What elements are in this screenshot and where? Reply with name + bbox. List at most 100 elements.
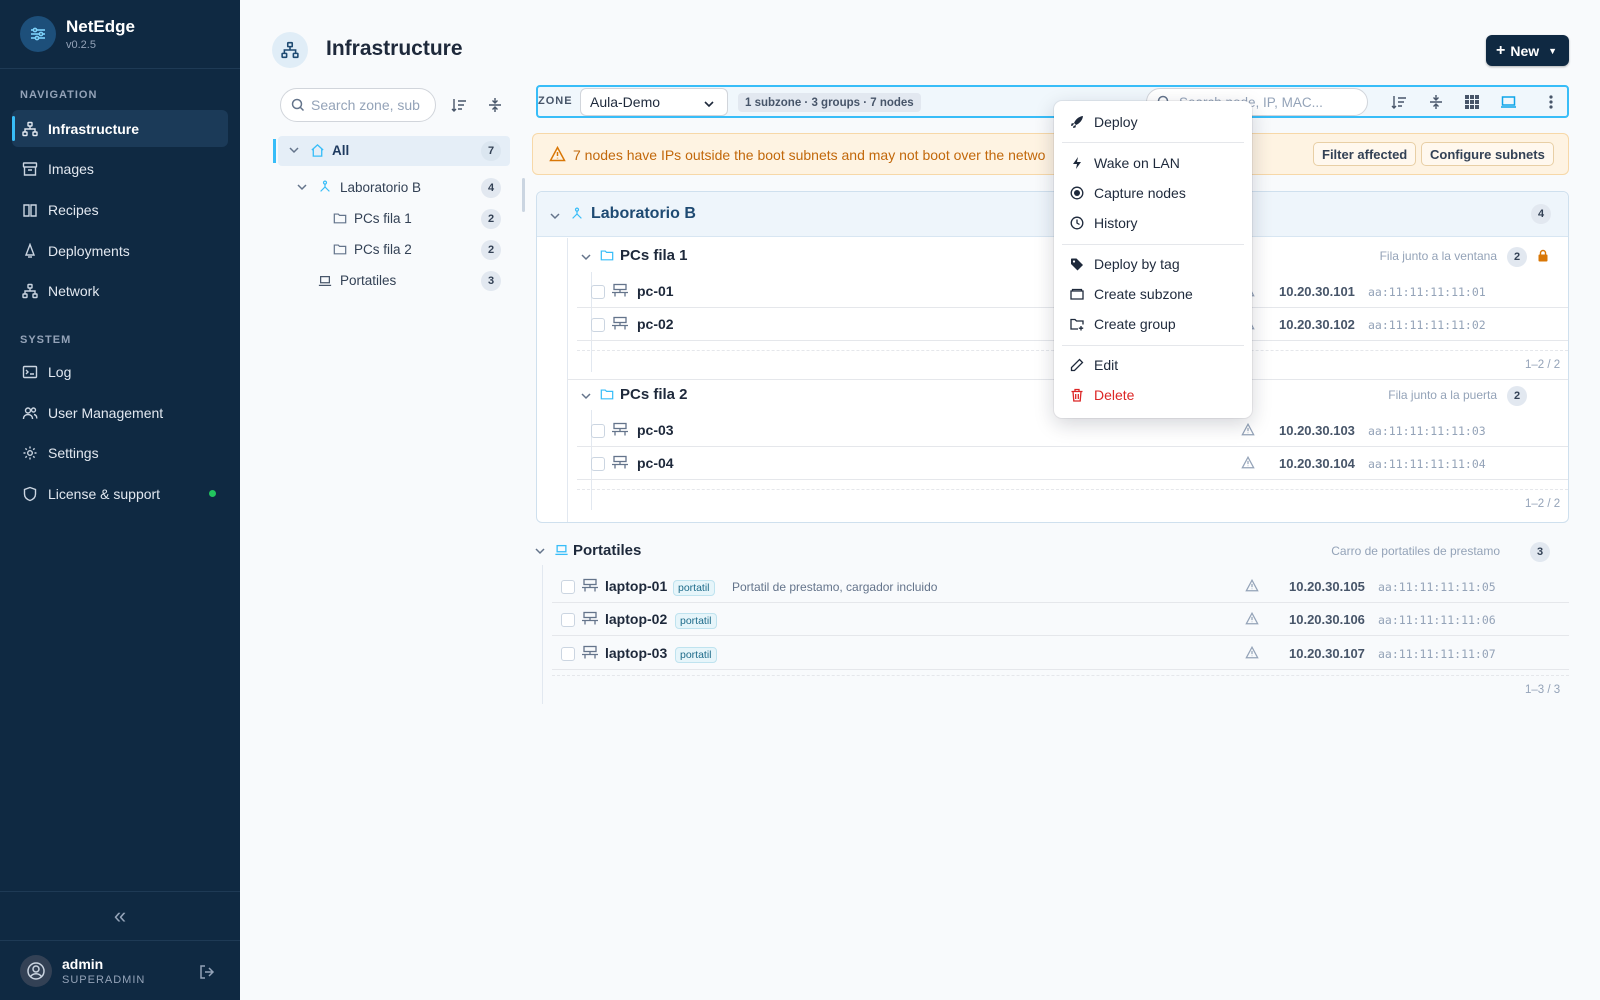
sidebar-item-deployments[interactable]: Deployments: [12, 232, 228, 269]
tree-item-label: PCs fila 1: [354, 211, 412, 226]
node-name[interactable]: pc-03: [637, 422, 674, 438]
tree-search-input[interactable]: Search zone, sub: [280, 88, 436, 122]
row-checkbox[interactable]: [591, 457, 605, 471]
warning-triangle-icon: [1245, 578, 1259, 597]
logout-button[interactable]: [198, 963, 216, 986]
row-checkbox[interactable]: [591, 424, 605, 438]
node-icon: [611, 316, 629, 337]
group-title[interactable]: Portatiles: [573, 542, 641, 559]
sidebar-item-infrastructure[interactable]: Infrastructure: [12, 110, 228, 147]
row-checkbox[interactable]: [561, 647, 575, 661]
node-name[interactable]: pc-01: [637, 283, 674, 299]
grid-view-button[interactable]: [1459, 89, 1485, 115]
sidebar-item-recipes[interactable]: Recipes: [12, 191, 228, 228]
menu-item-label: Create subzone: [1094, 286, 1193, 302]
sort-icon: [451, 99, 466, 112]
subzone-icon: [570, 207, 584, 226]
configure-subnets-button[interactable]: Configure subnets: [1421, 142, 1554, 166]
node-icon: [581, 611, 599, 632]
caret-down-icon: ▼: [1548, 45, 1558, 56]
node-name[interactable]: laptop-02: [605, 611, 667, 627]
sidebar-item-user-management[interactable]: User Management: [12, 394, 228, 431]
folder-icon: [333, 211, 347, 228]
more-options-button[interactable]: [1538, 89, 1564, 115]
book-icon: [23, 203, 37, 217]
table-row[interactable]: pc-04 10.20.30.104 aa:11:11:11:11:04: [577, 447, 1568, 480]
expand-collapse-button[interactable]: [1423, 89, 1449, 115]
menu-item-label: Deploy: [1094, 114, 1138, 130]
divider: [577, 489, 1568, 490]
collapse-sidebar-button[interactable]: «: [0, 891, 240, 940]
row-checkbox[interactable]: [591, 285, 605, 299]
sidebar-item-license-support[interactable]: License & support: [12, 475, 228, 512]
node-name[interactable]: pc-02: [637, 316, 674, 332]
row-checkbox[interactable]: [561, 613, 575, 627]
node-mac: aa:11:11:11:11:05: [1378, 580, 1496, 594]
menu-item-create-subzone[interactable]: Create subzone: [1070, 284, 1193, 304]
sidebar-item-network[interactable]: Network: [12, 272, 228, 309]
menu-item-create-group[interactable]: Create group: [1070, 314, 1176, 334]
panel-resize-handle[interactable]: [522, 178, 525, 212]
count-badge: 2: [1507, 386, 1527, 406]
node-tag: portatil: [673, 580, 715, 596]
chevron-down-icon[interactable]: [534, 544, 546, 562]
menu-item-wake-on-lan[interactable]: Wake on LAN: [1070, 153, 1180, 173]
row-checkbox[interactable]: [561, 580, 575, 594]
node-name[interactable]: laptop-01: [605, 578, 667, 594]
group-title[interactable]: PCs fila 2: [620, 386, 688, 403]
menu-item-label: History: [1094, 215, 1138, 231]
menu-item-deploy-by-tag[interactable]: Deploy by tag: [1070, 254, 1180, 274]
node-name[interactable]: pc-04: [637, 455, 674, 471]
sidebar: NetEdge v0.2.5 NAVIGATION Infrastructure…: [0, 0, 240, 1000]
nav-section-navigation: NAVIGATION: [20, 89, 98, 101]
compact-view-button[interactable]: [1495, 89, 1521, 115]
context-menu: Deploy Wake on LAN Capture nodes History…: [1054, 101, 1252, 418]
tree-item-pcs-fila-1[interactable]: PCs fila 1 2: [278, 204, 510, 234]
sidebar-item-settings[interactable]: Settings: [12, 434, 228, 471]
table-row[interactable]: laptop-03 portatil 10.20.30.107 aa:11:11…: [552, 637, 1569, 670]
sort-button[interactable]: [446, 92, 472, 118]
table-row[interactable]: pc-03 10.20.30.103 aa:11:11:11:11:03: [577, 414, 1568, 447]
tree-item-all[interactable]: All 7: [273, 136, 510, 166]
tree-item-laboratorio-b[interactable]: Laboratorio B 4: [278, 173, 510, 203]
tree-item-portatiles[interactable]: Portatiles 3: [278, 266, 510, 296]
collapse-all-button[interactable]: [482, 92, 508, 118]
node-mac: aa:11:11:11:11:02: [1368, 318, 1486, 332]
sort-button[interactable]: [1386, 89, 1412, 115]
menu-item-deploy[interactable]: Deploy: [1070, 112, 1138, 132]
tree-item-label: PCs fila 2: [354, 242, 412, 257]
node-mac: aa:11:11:11:11:01: [1368, 285, 1486, 299]
filter-affected-button[interactable]: Filter affected: [1313, 142, 1417, 166]
node-tag: portatil: [675, 647, 717, 663]
menu-item-history[interactable]: History: [1070, 213, 1138, 233]
tree-item-pcs-fila-2[interactable]: PCs fila 2 2: [278, 235, 510, 265]
zone-select[interactable]: Aula-Demo: [580, 88, 728, 116]
new-button[interactable]: + New ▼: [1486, 35, 1569, 66]
group-description: Carro de portatiles de prestamo: [1331, 544, 1500, 558]
menu-item-delete[interactable]: Delete: [1070, 385, 1134, 405]
zone-card-header[interactable]: Laboratorio B 4: [537, 192, 1568, 237]
tag-icon: [1071, 258, 1083, 271]
sidebar-item-log[interactable]: Log: [12, 353, 228, 390]
chevron-down-icon: [549, 209, 561, 227]
avatar[interactable]: [20, 954, 52, 987]
chevron-down-icon[interactable]: [580, 389, 592, 407]
menu-divider: [1062, 244, 1244, 245]
node-icon: [581, 645, 599, 666]
menu-item-edit[interactable]: Edit: [1070, 355, 1118, 375]
table-row[interactable]: laptop-02 portatil 10.20.30.106 aa:11:11…: [552, 603, 1569, 636]
chevron-down-icon[interactable]: [580, 250, 592, 268]
menu-item-capture-nodes[interactable]: Capture nodes: [1070, 183, 1186, 203]
count-badge: 3: [481, 271, 501, 291]
row-checkbox[interactable]: [591, 318, 605, 332]
group-title[interactable]: PCs fila 1: [620, 247, 688, 264]
warning-triangle-icon: [549, 145, 566, 167]
table-row[interactable]: laptop-01 portatil Portatil de prestamo,…: [552, 570, 1569, 603]
node-name[interactable]: laptop-03: [605, 645, 667, 661]
user-name: admin: [62, 955, 104, 972]
collapse-vertical-icon: [1430, 95, 1442, 109]
warning-triangle-icon: [1241, 455, 1255, 474]
lock-icon[interactable]: [1537, 249, 1549, 267]
sidebar-item-label: License & support: [48, 485, 161, 502]
sidebar-item-images[interactable]: Images: [12, 150, 228, 187]
